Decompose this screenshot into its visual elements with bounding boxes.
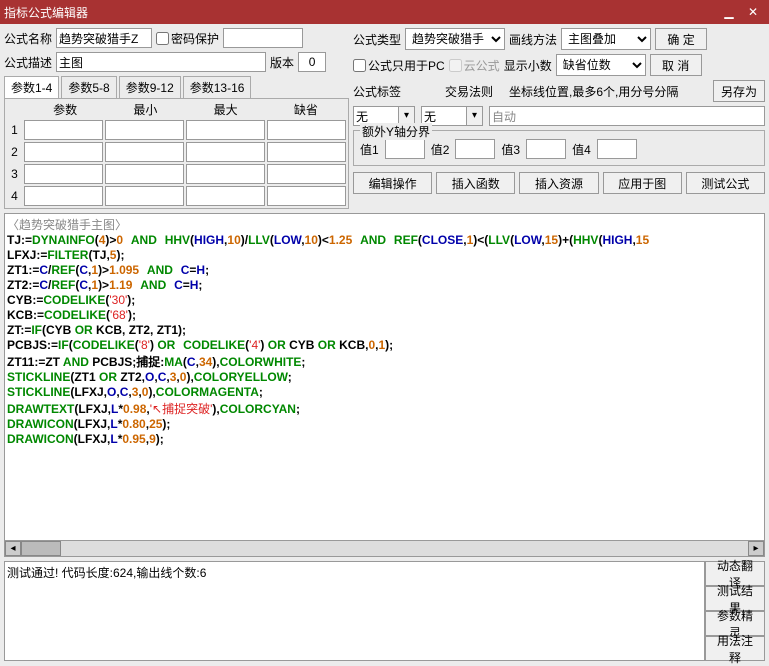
param3-min[interactable] bbox=[105, 164, 184, 184]
tab-params-1-4[interactable]: 参数1-4 bbox=[4, 76, 59, 98]
val3-input[interactable] bbox=[526, 139, 566, 159]
cloud-formula-checkbox: 云公式 bbox=[449, 57, 500, 74]
hdr-max: 最大 bbox=[186, 101, 266, 118]
param1-min[interactable] bbox=[105, 120, 184, 140]
form-area: 公式名称 密码保护 公式描述 版本 参数1-4 参数5-8 参数9-12 参数1… bbox=[0, 24, 769, 213]
scroll-track[interactable] bbox=[61, 541, 748, 556]
usage-note-button[interactable]: 用法注释 bbox=[705, 636, 765, 661]
param-grid: 参数 最小 最大 缺省 1 2 3 4 bbox=[4, 99, 349, 209]
window-title: 指标公式编辑器 bbox=[4, 4, 717, 21]
param1-max[interactable] bbox=[186, 120, 265, 140]
param-row-3: 3 bbox=[7, 164, 346, 184]
pc-only-checkbox[interactable]: 公式只用于PC bbox=[353, 57, 445, 74]
extra-yaxis-group: 额外Y轴分界 值1 值2 值3 值4 bbox=[353, 130, 765, 166]
label-formula-type: 公式类型 bbox=[353, 31, 401, 48]
cloud-formula-label: 云公式 bbox=[464, 57, 500, 74]
bottom-panel: 测试通过! 代码长度:624,输出线个数:6 动态翻译 测试结果 参数精灵 用法… bbox=[4, 561, 765, 661]
version-input[interactable] bbox=[298, 52, 326, 72]
dropdown-arrow-icon[interactable]: ▾ bbox=[467, 106, 483, 126]
insert-fn-button[interactable]: 插入函数 bbox=[436, 172, 515, 194]
pc-only-label: 公式只用于PC bbox=[368, 57, 445, 74]
formula-desc-input[interactable] bbox=[56, 52, 266, 72]
show-decimal-select[interactable]: 缺省位数 bbox=[556, 54, 646, 76]
close-icon[interactable]: ✕ bbox=[741, 5, 765, 19]
label-draw-method: 画线方法 bbox=[509, 31, 557, 48]
param-header: 参数 最小 最大 缺省 bbox=[7, 101, 346, 118]
param4-name[interactable] bbox=[24, 186, 103, 206]
label-trade-rule: 交易法则 bbox=[445, 83, 493, 100]
password-protect-checkbox[interactable]: 密码保护 bbox=[156, 30, 219, 47]
edit-op-button[interactable]: 编辑操作 bbox=[353, 172, 432, 194]
scroll-thumb[interactable] bbox=[21, 541, 61, 556]
label-formula-name: 公式名称 bbox=[4, 30, 52, 47]
label-formula-desc: 公式描述 bbox=[4, 54, 52, 71]
param4-max[interactable] bbox=[186, 186, 265, 206]
pc-only-box[interactable] bbox=[353, 59, 366, 72]
password-input[interactable] bbox=[223, 28, 303, 48]
label-coord-hint: 坐标线位置,最多6个,用分号分隔 bbox=[509, 83, 678, 100]
label-val1: 值1 bbox=[360, 141, 379, 158]
right-form: 公式类型 趋势突破猎手 画线方法 主图叠加 确 定 公式只用于PC 云公式 显示… bbox=[353, 28, 765, 209]
save-as-button[interactable]: 另存为 bbox=[713, 80, 765, 102]
label-val3: 值3 bbox=[501, 141, 520, 158]
apply-chart-button[interactable]: 应用于图 bbox=[603, 172, 682, 194]
param3-max[interactable] bbox=[186, 164, 265, 184]
extra-yaxis-legend: 额外Y轴分界 bbox=[360, 123, 432, 140]
param2-min[interactable] bbox=[105, 142, 184, 162]
horizontal-scrollbar[interactable]: ◂ ▸ bbox=[4, 541, 765, 557]
val4-input[interactable] bbox=[597, 139, 637, 159]
param4-min[interactable] bbox=[105, 186, 184, 206]
side-buttons: 动态翻译 测试结果 参数精灵 用法注释 bbox=[705, 561, 765, 661]
label-val2: 值2 bbox=[431, 141, 450, 158]
status-message: 测试通过! 代码长度:624,输出线个数:6 bbox=[4, 561, 705, 661]
scroll-right-icon[interactable]: ▸ bbox=[748, 541, 764, 556]
param2-name[interactable] bbox=[24, 142, 103, 162]
coord-input[interactable] bbox=[489, 106, 765, 126]
cancel-button[interactable]: 取 消 bbox=[650, 54, 702, 76]
formula-name-input[interactable] bbox=[56, 28, 152, 48]
left-form: 公式名称 密码保护 公式描述 版本 参数1-4 参数5-8 参数9-12 参数1… bbox=[4, 28, 349, 209]
scroll-left-icon[interactable]: ◂ bbox=[5, 541, 21, 556]
code-editor[interactable]: 〈趋势突破猎手主图〉 TJ:=DYNAINFO(4)>0 AND HHV(HIG… bbox=[4, 213, 765, 541]
val2-input[interactable] bbox=[455, 139, 495, 159]
label-show-decimal: 显示小数 bbox=[504, 57, 552, 74]
param1-def[interactable] bbox=[267, 120, 346, 140]
param3-def[interactable] bbox=[267, 164, 346, 184]
password-protect-label: 密码保护 bbox=[171, 30, 219, 47]
password-protect-box[interactable] bbox=[156, 32, 169, 45]
param1-name[interactable] bbox=[24, 120, 103, 140]
param3-name[interactable] bbox=[24, 164, 103, 184]
insert-res-button[interactable]: 插入资源 bbox=[519, 172, 598, 194]
titlebar: 指标公式编辑器 ▁ ✕ bbox=[0, 0, 769, 24]
param-row-4: 4 bbox=[7, 186, 346, 206]
tab-params-5-8[interactable]: 参数5-8 bbox=[61, 76, 116, 98]
param4-def[interactable] bbox=[267, 186, 346, 206]
formula-type-select[interactable]: 趋势突破猎手 bbox=[405, 28, 505, 50]
param2-def[interactable] bbox=[267, 142, 346, 162]
tab-params-13-16[interactable]: 参数13-16 bbox=[183, 76, 252, 98]
hdr-min: 最小 bbox=[105, 101, 185, 118]
param-row-2: 2 bbox=[7, 142, 346, 162]
test-formula-button[interactable]: 测试公式 bbox=[686, 172, 765, 194]
tool-row: 编辑操作 插入函数 插入资源 应用于图 测试公式 bbox=[353, 172, 765, 194]
label-val4: 值4 bbox=[572, 141, 591, 158]
minimize-icon[interactable]: ▁ bbox=[717, 5, 741, 19]
draw-method-select[interactable]: 主图叠加 bbox=[561, 28, 651, 50]
hdr-default: 缺省 bbox=[266, 101, 346, 118]
label-version: 版本 bbox=[270, 54, 294, 71]
label-formula-tag: 公式标签 bbox=[353, 83, 401, 100]
hdr-param: 参数 bbox=[25, 101, 105, 118]
val1-input[interactable] bbox=[385, 139, 425, 159]
code-title: 〈趋势突破猎手主图〉 bbox=[7, 218, 127, 232]
ok-button[interactable]: 确 定 bbox=[655, 28, 707, 50]
param-tabs: 参数1-4 参数5-8 参数9-12 参数13-16 bbox=[4, 76, 349, 99]
param-row-1: 1 bbox=[7, 120, 346, 140]
cloud-formula-box bbox=[449, 59, 462, 72]
param2-max[interactable] bbox=[186, 142, 265, 162]
tab-params-9-12[interactable]: 参数9-12 bbox=[119, 76, 181, 98]
